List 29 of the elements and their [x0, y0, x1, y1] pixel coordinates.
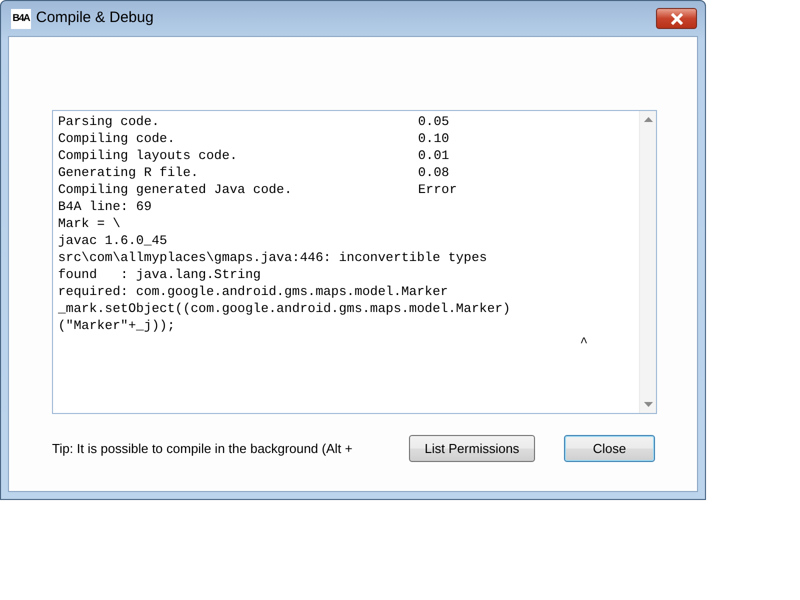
log-line: src\com\allmyplaces\gmaps.java:446: inconvertible types: [58, 250, 488, 265]
log-line: found : java.lang.String: [58, 267, 261, 282]
log-line: required: com.google.android.gms.maps.model.Marker: [58, 284, 448, 299]
step-label: Compiling layouts code.: [58, 148, 238, 163]
step-label: Compiling generated Java code.: [58, 182, 292, 197]
step-time: 0.05: [418, 114, 450, 129]
window-title: Compile & Debug: [36, 8, 154, 28]
scrollbar[interactable]: [639, 111, 656, 413]
step-time: 0.10: [418, 131, 450, 146]
log-line: _mark.setObject((com.google.android.gms.maps.model.Marker): [58, 301, 510, 316]
step-label: Generating R file.: [58, 165, 198, 180]
close-button[interactable]: [656, 8, 697, 29]
list-permissions-button[interactable]: List Permissions: [409, 435, 535, 462]
step-time: 0.01: [418, 148, 450, 163]
step-label: Parsing code.: [58, 114, 160, 129]
step-time: 0.08: [418, 165, 450, 180]
tip-text: Tip: It is possible to compile in the background (Alt +: [52, 440, 352, 458]
step-time: Error: [418, 182, 458, 197]
error-caret: ^: [580, 335, 588, 350]
scroll-up-icon[interactable]: [644, 117, 652, 122]
close-icon: [668, 12, 684, 24]
log-line: B4A line: 69: [58, 199, 152, 214]
scroll-down-icon[interactable]: [644, 402, 652, 407]
close-dialog-button[interactable]: Close: [564, 435, 655, 462]
log-line: ("Marker"+_j));: [58, 318, 176, 333]
log-line: javac 1.6.0_45: [58, 233, 168, 248]
app-icon: B4A: [11, 8, 31, 28]
step-label: Compiling code.: [58, 131, 176, 146]
log-line: Mark = \: [58, 216, 120, 231]
